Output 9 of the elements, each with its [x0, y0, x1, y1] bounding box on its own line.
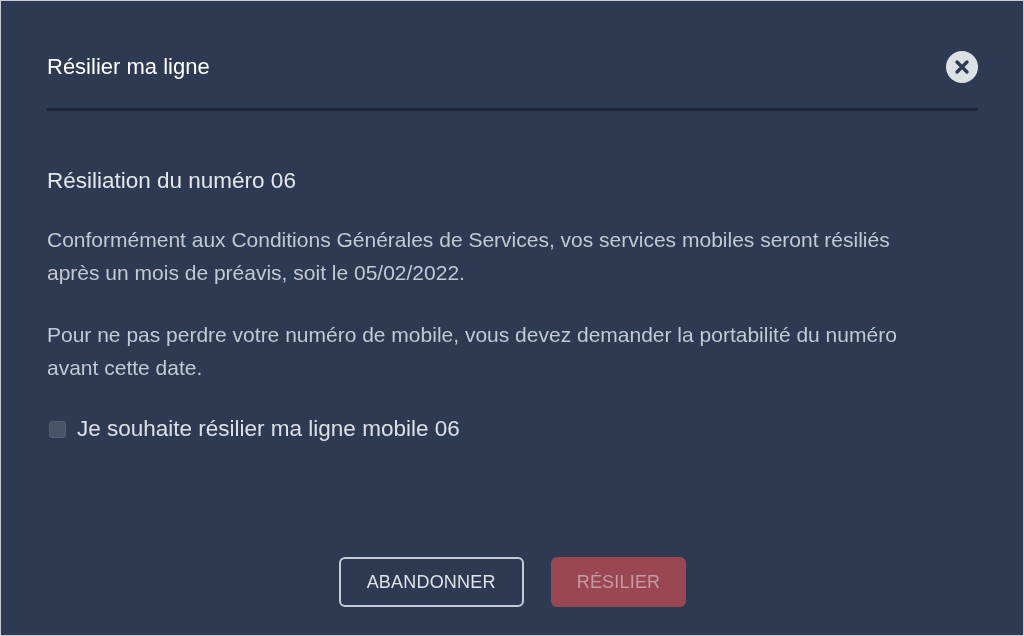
checkbox[interactable]	[49, 420, 66, 438]
checkbox-label: Je souhaite résilier ma ligne mobile 06	[77, 415, 460, 443]
section-heading: Résiliation du numéro 06	[47, 167, 297, 195]
cancel-button[interactable]: ABANDONNER	[338, 557, 524, 607]
info-paragraph: Pour ne pas perdre votre numéro de mobile, vous devez demander la portabilité du numéro avant cette date.	[47, 322, 898, 381]
close-icon	[946, 51, 978, 83]
dialog-title: Résilier ma ligne	[47, 53, 210, 81]
info-paragraph: Conformément aux Conditions Générales de Services, vos services mobiles seront résiliés après un mois de préavis, soit le 05/02/2022.	[47, 227, 891, 286]
close-button[interactable]	[946, 51, 978, 83]
